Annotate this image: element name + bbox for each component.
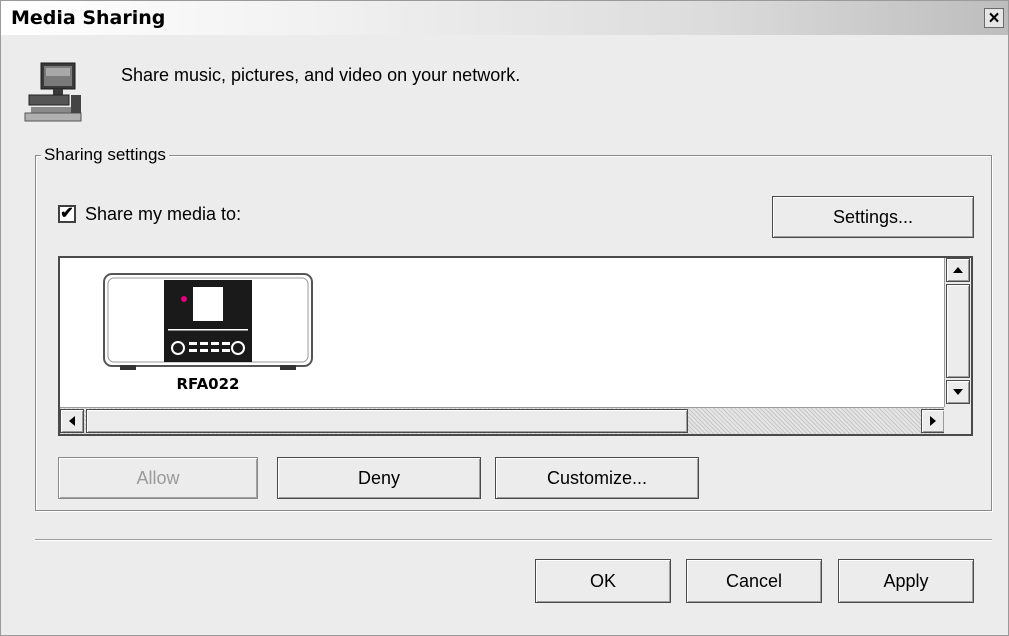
close-button[interactable]: × xyxy=(984,8,1004,28)
horizontal-scrollbar[interactable] xyxy=(60,407,945,434)
scroll-right-button[interactable] xyxy=(921,409,945,433)
customize-button[interactable]: Customize... xyxy=(495,457,699,499)
settings-button[interactable]: Settings... xyxy=(772,196,974,238)
scrollbar-corner xyxy=(944,407,971,434)
apply-button[interactable]: Apply xyxy=(838,559,974,603)
internet-radio-icon xyxy=(103,273,313,370)
header-description: Share music, pictures, and video on your… xyxy=(121,65,521,85)
share-media-label[interactable]: Share my media to: xyxy=(85,204,241,225)
footer-separator xyxy=(35,539,992,541)
arrow-left-icon xyxy=(69,416,75,426)
ok-button[interactable]: OK xyxy=(535,559,671,603)
window-title: Media Sharing xyxy=(11,7,166,29)
arrow-right-icon xyxy=(930,416,936,426)
arrow-down-icon xyxy=(953,389,963,395)
scroll-down-button[interactable] xyxy=(946,380,970,404)
deny-button[interactable]: Deny xyxy=(277,457,481,499)
horizontal-scroll-thumb[interactable] xyxy=(86,409,688,433)
arrow-up-icon xyxy=(953,267,963,273)
sharing-settings-legend: Sharing settings xyxy=(41,145,169,165)
vertical-scrollbar[interactable] xyxy=(944,258,971,408)
close-icon: × xyxy=(988,7,1000,29)
scroll-left-button[interactable] xyxy=(60,409,84,433)
scroll-up-button[interactable] xyxy=(946,258,970,282)
media-sharing-dialog: Media Sharing × Share music, pictures, a… xyxy=(0,0,1009,636)
title-bar: Media Sharing × xyxy=(1,1,1008,35)
device-list[interactable]: RFA022 xyxy=(58,256,973,436)
share-media-checkbox[interactable]: ✔ xyxy=(58,205,76,223)
cancel-button[interactable]: Cancel xyxy=(686,559,822,603)
checkmark-icon: ✔ xyxy=(60,205,74,222)
device-item[interactable]: RFA022 xyxy=(102,272,314,412)
allow-button[interactable]: Allow xyxy=(58,457,258,499)
vertical-scroll-thumb[interactable] xyxy=(946,284,970,378)
network-computer-icon xyxy=(24,62,82,122)
device-name: RFA022 xyxy=(176,375,240,393)
